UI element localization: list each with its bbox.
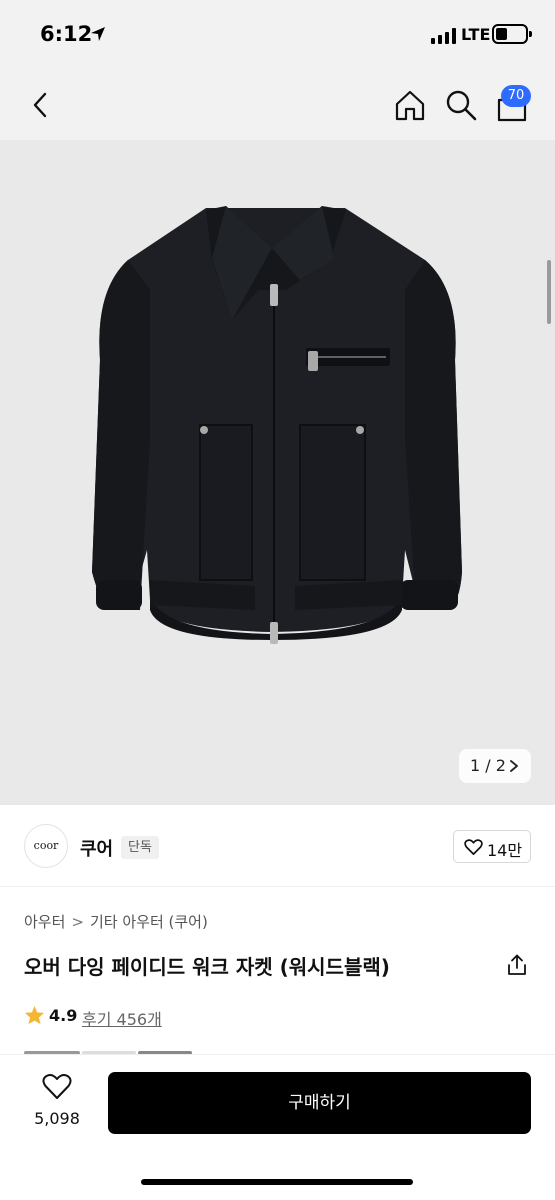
cart-count-badge: 70 (501, 85, 531, 107)
top-nav-bar (0, 70, 555, 140)
chevron-left-icon (33, 92, 47, 118)
back-button[interactable] (26, 90, 56, 120)
share-icon (508, 954, 526, 975)
exclusive-tag: 단독 (121, 836, 159, 859)
product-title: 오버 다잉 페이디드 워크 자켓 (워시드블랙) (24, 955, 390, 979)
chevron-right-icon (510, 760, 518, 772)
heart-outline-icon (464, 839, 483, 855)
battery-icon (492, 24, 532, 44)
heart-outline-icon (42, 1074, 72, 1099)
status-bar: 6:12 LTE (0, 0, 555, 70)
buy-button[interactable]: 구매하기 (108, 1072, 531, 1134)
page-scrollbar[interactable] (547, 260, 551, 324)
brand-row: coor 쿠어 단독 14만 (0, 805, 555, 887)
search-icon (446, 90, 477, 121)
wishlist-count: 5,098 (34, 1109, 80, 1128)
breadcrumb-item-outer[interactable]: 아우터 (24, 913, 65, 931)
star-icon (24, 1005, 45, 1025)
gallery-pager[interactable]: 1 / 2 (459, 749, 531, 783)
signal-icon (431, 28, 457, 44)
home-button[interactable] (393, 88, 427, 122)
brand-like-count: 14만 (487, 841, 523, 860)
product-jacket-image (92, 206, 462, 644)
product-image-gallery[interactable] (0, 140, 555, 805)
search-button[interactable] (444, 88, 478, 122)
rating-score: 4.9 (49, 1006, 78, 1025)
breadcrumb-item-other-outer[interactable]: 기타 아우터 (쿠어) (90, 913, 208, 931)
home-indicator (141, 1179, 413, 1185)
brand-name[interactable]: 쿠어 (80, 835, 113, 861)
breadcrumb-separator: > (71, 913, 84, 931)
wishlist-button[interactable]: 5,098 (24, 1073, 90, 1133)
brand-like-button[interactable]: 14만 (453, 830, 531, 863)
location-arrow-icon (91, 27, 105, 41)
gallery-pager-text: 1 / 2 (470, 756, 506, 775)
network-label: LTE (461, 25, 491, 44)
category-breadcrumb: 아우터 > 기타 아우터 (쿠어) (24, 911, 208, 932)
brand-logo[interactable]: coor (24, 824, 68, 868)
share-button[interactable] (505, 953, 529, 977)
home-icon (395, 90, 425, 121)
reviews-link[interactable]: 후기 456개 (82, 1006, 162, 1030)
status-time: 6:12 (40, 22, 93, 46)
